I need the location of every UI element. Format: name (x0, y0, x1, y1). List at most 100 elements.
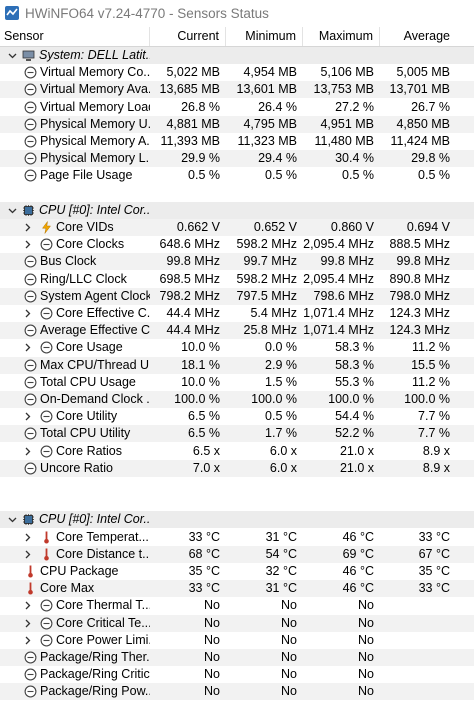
sensor-row[interactable]: Core Clocks 648.6 MHz 598.2 MHz 2,095.4 MHz… (0, 236, 474, 253)
sensor-row[interactable]: Core Critical Te... No No No (0, 614, 474, 632)
app-icon (5, 6, 19, 20)
sensor-row[interactable]: Physical Memory U... 4,881 MB 4,795 MB 4,95… (0, 115, 474, 133)
average-value: 8.9 x (422, 443, 450, 458)
sensor-row[interactable]: Max CPU/Thread U... 18.1 % 2.9 % 58.3 % 15.5… (0, 356, 474, 374)
maximum-value: 69 °C (342, 546, 374, 561)
sensor-gauge-icon (24, 324, 37, 337)
sensor-gauge-icon (24, 685, 37, 698)
sensor-name: Package/Ring Critic... (40, 667, 150, 682)
expand-chevron-icon[interactable] (21, 219, 33, 236)
collapse-chevron-icon[interactable] (6, 202, 18, 219)
minimum-value: 0.5 % (265, 409, 297, 424)
sensor-row[interactable]: Total CPU Usage 10.0 % 1.5 % 55.3 % 11.2 % (0, 374, 474, 391)
collapse-chevron-icon[interactable] (6, 511, 18, 528)
maximum-value: 21.0 x (339, 460, 374, 475)
column-header-minimum[interactable]: Minimum (226, 27, 303, 46)
sensor-row[interactable]: Physical Memory A... 11,393 MB 11,323 MB 11… (0, 133, 474, 150)
expand-chevron-icon[interactable] (21, 305, 33, 322)
sensor-row[interactable]: Total CPU Utility 6.5 % 1.7 % 52.2 % 7.7 % (0, 425, 474, 443)
column-header-average[interactable]: Average (380, 27, 474, 46)
sensor-gauge-icon (40, 634, 53, 647)
sensor-row[interactable]: On-Demand Clock ... 100.0 % 100.0 % 100.0 %… (0, 391, 474, 408)
sensor-row[interactable]: Core Usage 10.0 % 0.0 % 58.3 % 11.2 % (0, 339, 474, 356)
sensor-row[interactable]: Core Temperat... 33 °C 31 °C 46 °C 33 °C (0, 529, 474, 546)
current-value: 10.0 % (181, 374, 220, 389)
sensor-gauge-icon (24, 169, 37, 182)
average-value: 888.5 MHz (389, 237, 450, 252)
sensor-row[interactable]: Core Utility 6.5 % 0.5 % 54.4 % 7.7 % (0, 408, 474, 425)
sensor-gauge-icon (24, 255, 37, 268)
sensor-row[interactable]: Core Distance t... 68 °C 54 °C 69 °C 67 °C (0, 545, 474, 563)
expand-chevron-icon[interactable] (21, 443, 33, 460)
current-value: 26.8 % (181, 99, 220, 114)
maximum-value: 55.3 % (335, 374, 374, 389)
average-value: 15.5 % (411, 357, 450, 372)
minimum-value: No (281, 650, 297, 664)
collapse-chevron-icon[interactable] (6, 47, 18, 64)
sensor-row[interactable]: Package/Ring Critic... No No No (0, 666, 474, 683)
current-value: 0.662 V (176, 220, 220, 234)
sensor-group-row[interactable]: CPU [#0]: Intel Cor... (0, 201, 474, 219)
sensor-row[interactable]: Uncore Ratio 7.0 x 6.0 x 21.0 x 8.9 x (0, 459, 474, 477)
cpu-icon (22, 513, 35, 526)
sensor-row[interactable]: Core VIDs 0.662 V 0.652 V 0.860 V 0.694 V (0, 219, 474, 236)
sensor-group-row[interactable]: System: DELL Latit... (0, 47, 474, 64)
expand-chevron-icon[interactable] (21, 597, 33, 614)
sensor-row[interactable]: Package/Ring Pow... No No No (0, 683, 474, 701)
maximum-value: No (358, 667, 374, 682)
sensor-row[interactable]: Core Ratios 6.5 x 6.0 x 21.0 x 8.9 x (0, 443, 474, 460)
sensor-group-name: System: DELL Latit... (39, 48, 150, 62)
current-value: 99.8 MHz (166, 254, 221, 269)
sensor-name: Max CPU/Thread U... (40, 357, 150, 372)
sensor-row[interactable]: Page File Usage 0.5 % 0.5 % 0.5 % 0.5 % (0, 167, 474, 184)
sensor-gauge-icon (24, 393, 37, 406)
average-value: 35 °C (418, 564, 450, 578)
sensor-row[interactable]: Virtual Memory Ava... 13,685 MB 13,601 MB 1… (0, 81, 474, 99)
sensor-row[interactable]: Package/Ring Ther... No No No (0, 649, 474, 666)
minimum-value: 6.0 x (269, 460, 297, 475)
sensor-name: Total CPU Utility (40, 426, 131, 441)
expand-chevron-icon[interactable] (21, 615, 33, 632)
maximum-value: 2,095.4 MHz (303, 237, 374, 252)
minimum-value: No (281, 684, 297, 699)
minimum-value: 2.9 % (265, 357, 297, 372)
current-value: 0.5 % (188, 168, 220, 183)
sensor-row[interactable]: Average Effective C... 44.4 MHz 25.8 MHz 1,… (0, 322, 474, 340)
expand-chevron-icon[interactable] (21, 632, 33, 649)
computer-icon (22, 49, 35, 62)
sensor-gauge-icon (40, 599, 53, 612)
maximum-value: 5,106 MB (320, 65, 374, 80)
column-header-maximum[interactable]: Maximum (303, 27, 380, 46)
sensor-row[interactable]: Core Thermal T... No No No (0, 597, 474, 614)
sensor-row[interactable]: Virtual Memory Co... 5,022 MB 4,954 MB 5,10… (0, 64, 474, 81)
current-value: 33 °C (188, 581, 220, 596)
sensor-row[interactable]: Core Max 33 °C 31 °C 46 °C 33 °C (0, 580, 474, 598)
expand-chevron-icon[interactable] (21, 408, 33, 425)
minimum-value: No (281, 598, 297, 613)
current-value: 35 °C (188, 564, 220, 578)
sensor-row[interactable]: Core Power Limi... No No No (0, 632, 474, 649)
expand-chevron-icon[interactable] (21, 236, 33, 253)
sensor-gauge-icon (40, 238, 53, 251)
expand-chevron-icon[interactable] (21, 339, 33, 356)
current-value: 648.6 MHz (159, 237, 220, 252)
expand-chevron-icon[interactable] (21, 529, 33, 546)
sensor-row[interactable]: Virtual Memory Load 26.8 % 26.4 % 27.2 % 26.… (0, 99, 474, 116)
column-header-current[interactable]: Current (150, 27, 226, 46)
column-header-sensor[interactable]: Sensor (0, 27, 150, 46)
spacer-row (0, 494, 474, 511)
maximum-value: 13,753 MB (313, 82, 374, 97)
sensor-gauge-icon (40, 445, 53, 458)
minimum-value: 0.0 % (265, 340, 297, 355)
sensor-gauge-icon (40, 617, 53, 630)
sensor-row[interactable]: Ring/LLC Clock 698.5 MHz 598.2 MHz 2,095.4 … (0, 271, 474, 288)
sensor-row[interactable]: Core Effective C... 44.4 MHz 5.4 MHz 1,071.… (0, 305, 474, 322)
sensor-row[interactable]: Physical Memory L... 29.9 % 29.4 % 30.4 % 29… (0, 150, 474, 168)
expand-chevron-icon[interactable] (21, 546, 33, 563)
sensor-row[interactable]: CPU Package 35 °C 32 °C 46 °C 35 °C (0, 563, 474, 580)
maximum-value: No (358, 632, 374, 647)
sensor-row[interactable]: System Agent Clock 798.2 MHz 797.5 MHz 798.… (0, 287, 474, 305)
sensor-name: Physical Memory U... (40, 116, 150, 131)
sensor-group-row[interactable]: CPU [#0]: Intel Cor... (0, 511, 474, 529)
sensor-row[interactable]: Bus Clock 99.8 MHz 99.7 MHz 99.8 MHz 99.8 MH… (0, 253, 474, 271)
